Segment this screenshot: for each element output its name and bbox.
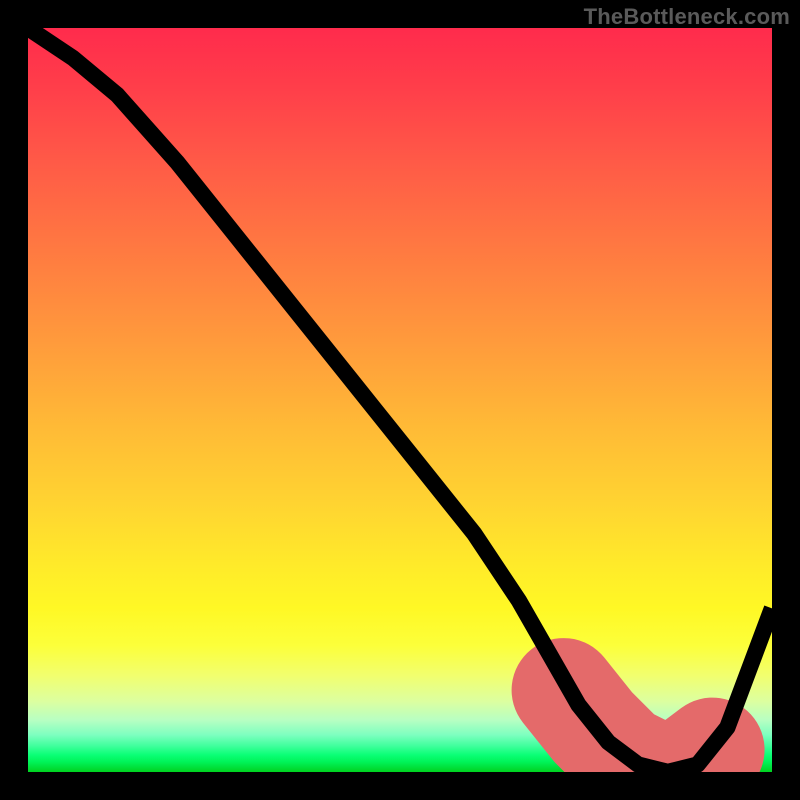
plot-area <box>28 28 772 772</box>
chart-container: TheBottleneck.com <box>0 0 800 800</box>
bottleneck-curve-line <box>28 28 772 772</box>
watermark-text: TheBottleneck.com <box>584 4 790 30</box>
chart-svg <box>28 28 772 772</box>
